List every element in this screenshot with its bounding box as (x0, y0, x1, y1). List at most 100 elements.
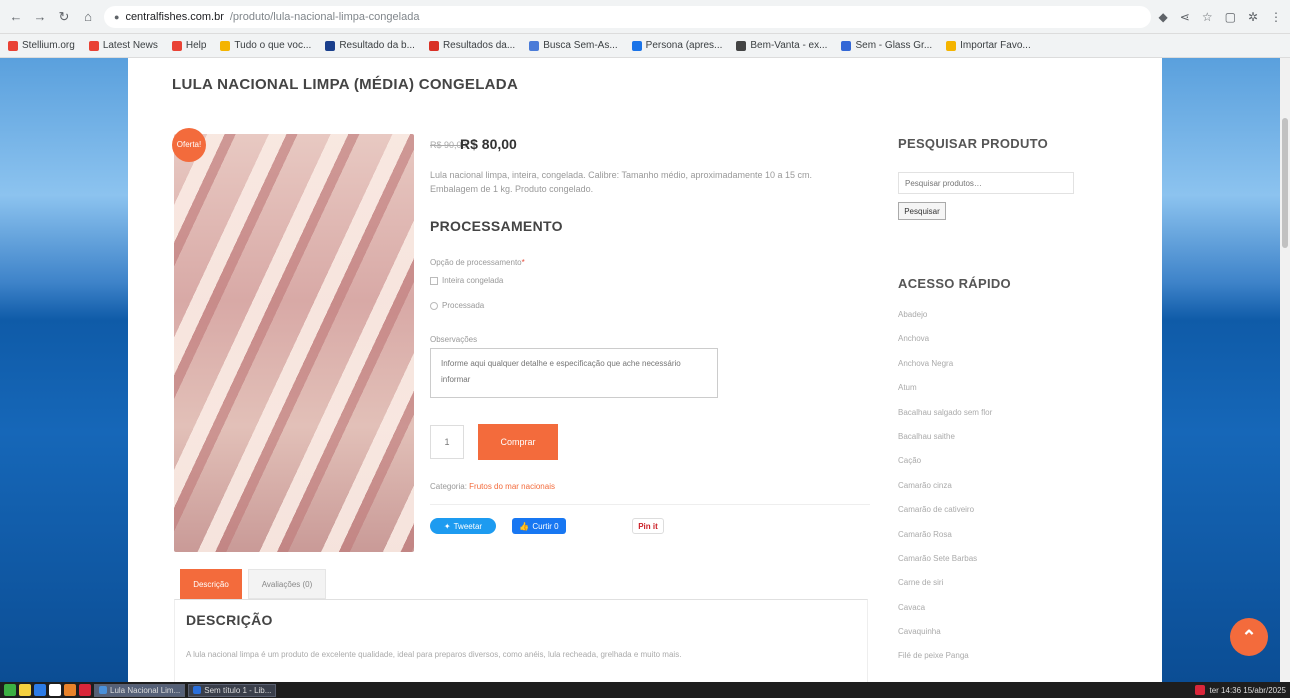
forward-icon[interactable]: → (32, 9, 48, 25)
notification-icon (1195, 685, 1206, 695)
required-marker: * (521, 258, 525, 267)
search-button[interactable]: Pesquisar (898, 202, 946, 220)
quick-access-link[interactable]: Camarão Rosa (898, 530, 992, 554)
page-viewport: LULA NACIONAL LIMPA (MÉDIA) CONGELADA Of… (0, 58, 1290, 682)
divider (430, 504, 870, 505)
bookmark-label: Persona (apres... (645, 40, 723, 51)
scrollbar-thumb[interactable] (1282, 118, 1288, 248)
category-link[interactable]: Frutos do mar nacionais (469, 482, 555, 491)
tweet-label: Tweetar (453, 521, 483, 531)
browser-toolbar: ← → ↻ ⌂ ● centralfishes.com.br/produto/l… (0, 0, 1290, 34)
app-icon[interactable] (79, 684, 91, 696)
observations-field[interactable] (430, 348, 718, 398)
clock-text: ter 14:36 15/abr/2025 (1209, 685, 1286, 695)
quick-access-link[interactable]: Bacalhau salgado sem flor (898, 408, 992, 432)
quick-access-list: Abadejo Anchova Anchova Negra Atum Bacalhau … (898, 310, 992, 676)
bookmark-label: Tudo o que voc... (234, 40, 312, 51)
quick-access-link[interactable]: Abadejo (898, 310, 992, 334)
bookmark-label: Resultado da b... (339, 40, 415, 51)
pinterest-button[interactable]: Pin it (632, 518, 664, 534)
bookmark-label: Sem - Glass Gr... (855, 40, 933, 51)
bookmark-label: Busca Sem-As... (543, 40, 618, 51)
back-to-top-button[interactable]: ⌃ (1230, 618, 1268, 656)
quick-access-link[interactable]: Carne de siri (898, 578, 992, 602)
quick-access-link[interactable]: Camarão de cativeiro (898, 505, 992, 529)
system-clock[interactable]: ter 14:36 15/abr/2025 (1195, 685, 1286, 695)
bookmark-item[interactable]: Help (171, 40, 207, 51)
browser-icon (99, 686, 107, 694)
radio[interactable] (430, 301, 438, 310)
checkbox[interactable] (430, 276, 438, 285)
option-label-text: Opção de processamento (430, 258, 522, 267)
tab-description[interactable]: Descrição (180, 569, 242, 599)
bookmark-favicon-icon (220, 40, 231, 51)
taskbar: Lula Nacional Lim... Sem título 1 - Lib.… (0, 682, 1290, 698)
files-icon[interactable] (19, 684, 31, 696)
quick-access-link[interactable]: Cavaca (898, 603, 992, 627)
reload-icon[interactable]: ↻ (56, 9, 72, 25)
bookmark-item[interactable]: Busca Sem-As... (529, 40, 618, 51)
product-image[interactable] (174, 134, 414, 552)
quick-access-link[interactable]: Anchova Negra (898, 359, 992, 383)
quick-access-link[interactable]: Anchova (898, 334, 992, 358)
bookmark-item[interactable]: Resultado da b... (325, 40, 415, 51)
taskbar-window-writer[interactable]: Sem título 1 - Lib... (188, 683, 277, 697)
menu-launcher-icon[interactable] (4, 684, 16, 696)
bookmark-item[interactable]: Stellium.org (8, 40, 75, 51)
tab-grid-icon[interactable]: ▢ (1225, 10, 1236, 24)
bookmark-item[interactable]: Importar Favo... (946, 40, 1031, 51)
observations-label: Observações (430, 335, 478, 344)
bookmark-item[interactable]: Resultados da... (428, 40, 515, 51)
taskbar-window-browser[interactable]: Lula Nacional Lim... (94, 683, 186, 697)
quick-access-link[interactable]: Cavaquinha (898, 627, 992, 651)
bookmark-favicon-icon (841, 40, 852, 51)
app-icon[interactable] (64, 684, 76, 696)
home-icon[interactable]: ⌂ (80, 9, 96, 25)
option-processada[interactable]: Processada (430, 301, 484, 310)
description-title: DESCRIÇÃO (186, 612, 273, 628)
bookmark-item[interactable]: Bem-Vanta - ex... (736, 40, 827, 51)
description-text: A lula nacional limpa é um produto de ex… (186, 650, 682, 659)
main-content: LULA NACIONAL LIMPA (MÉDIA) CONGELADA Of… (128, 58, 1162, 682)
bookmark-item[interactable]: Latest News (88, 40, 158, 51)
address-bar[interactable]: ● centralfishes.com.br/produto/lula-naci… (104, 5, 1151, 28)
description-panel (174, 599, 868, 682)
terminal-icon[interactable] (49, 684, 61, 696)
browser-launcher-icon[interactable] (34, 684, 46, 696)
facebook-like-button[interactable]: 👍 Curtir 0 (512, 518, 566, 534)
chevron-up-icon: ⌃ (1241, 627, 1257, 647)
share-icon[interactable]: ⋖ (1180, 10, 1190, 24)
option-inteira[interactable]: Inteira congelada (430, 276, 503, 285)
bookmark-favicon-icon (428, 40, 439, 51)
price-new: R$ 80,00 (460, 136, 517, 152)
bookmark-item[interactable]: Sem - Glass Gr... (841, 40, 932, 51)
quantity-input[interactable]: 1 (430, 425, 464, 459)
quick-access-link[interactable]: Cação (898, 456, 992, 480)
thumbs-up-icon: 👍 (519, 521, 530, 531)
menu-icon[interactable]: ⋮ (1270, 10, 1282, 24)
bookmark-label: Stellium.org (22, 40, 75, 51)
ocean-background-right (1162, 58, 1280, 682)
extension-icon[interactable]: ◆ (1159, 10, 1168, 24)
tweet-button[interactable]: ✦ Tweetar (430, 518, 496, 534)
quick-access-link[interactable]: Atum (898, 383, 992, 407)
quick-access-link[interactable]: Camarão Sete Barbas (898, 554, 992, 578)
add-to-cart-button[interactable]: Comprar (478, 424, 558, 460)
url-host: centralfishes.com.br (125, 10, 224, 23)
sale-badge: Oferta! (172, 128, 206, 162)
bookmark-label: Help (185, 40, 207, 51)
puzzle-icon[interactable]: ✲ (1248, 10, 1258, 24)
twitter-icon: ✦ (443, 521, 451, 531)
quick-access-link[interactable]: Bacalhau saithe (898, 432, 992, 456)
url-path: /produto/lula-nacional-limpa-congelada (229, 10, 420, 23)
back-icon[interactable]: ← (8, 9, 24, 25)
star-icon[interactable]: ☆ (1202, 10, 1213, 24)
bookmark-label: Bem-Vanta - ex... (750, 40, 828, 51)
bookmark-item[interactable]: Tudo o que voc... (220, 40, 311, 51)
page-scrollbar[interactable] (1280, 58, 1290, 682)
product-search-input[interactable] (898, 172, 1074, 194)
quick-access-link[interactable]: Filé de peixe Panga (898, 651, 992, 675)
bookmark-item[interactable]: Persona (apres... (631, 40, 723, 51)
tab-reviews[interactable]: Avaliações (0) (248, 569, 326, 599)
quick-access-link[interactable]: Camarão cinza (898, 481, 992, 505)
